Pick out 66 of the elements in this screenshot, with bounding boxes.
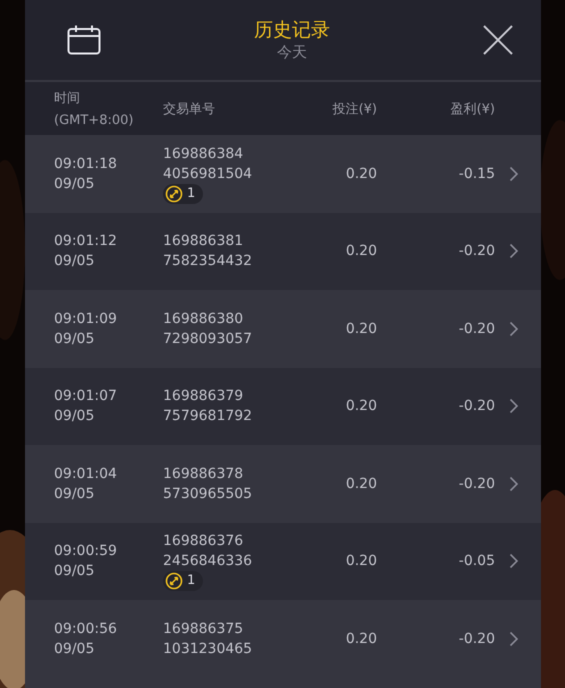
table-cell-text: 169886381 bbox=[163, 232, 244, 252]
table-cell-text: 09:01:07 bbox=[54, 387, 118, 406]
table-cell-text: 0.20 bbox=[346, 474, 377, 494]
table-cell-text: 09/05 bbox=[54, 562, 96, 582]
table-cell-text: 09:01:09 bbox=[54, 310, 118, 329]
table-cell-text: 0.20 bbox=[346, 552, 377, 572]
table-cell-text: 0.20 bbox=[346, 242, 377, 262]
chevron-right-icon bbox=[509, 630, 519, 647]
table-cell-text: 4056981504 bbox=[163, 164, 254, 184]
chevron-right-icon bbox=[509, 398, 519, 414]
table-cell-text: 09:00:59 bbox=[54, 542, 118, 562]
table-cell-text: 09:01:18 bbox=[54, 154, 118, 174]
table-cell-text: -0.20 bbox=[458, 397, 495, 416]
table-cell-text: -0.20 bbox=[458, 242, 495, 262]
chevron-right-icon bbox=[509, 166, 519, 182]
count-badge: 1 bbox=[163, 571, 204, 592]
table-cell-text: 09/05 bbox=[54, 407, 96, 426]
close-icon[interactable] bbox=[483, 25, 513, 55]
column-header: 时间 bbox=[54, 90, 81, 107]
column-header: (GMT+8:00) bbox=[54, 113, 134, 128]
arrows-circle-icon bbox=[165, 184, 183, 203]
record-row[interactable]: 09:01:09 09/05 169886380 7298093057 0.20 -0.20 bbox=[25, 290, 541, 368]
chevron-right-icon bbox=[509, 243, 519, 260]
record-row[interactable]: 09:00:56 09/05 169886375 1031230465 0.20 -0.20 bbox=[25, 600, 541, 678]
table-cell-text: 7579681792 bbox=[163, 407, 254, 426]
column-header: 交易单号 bbox=[163, 100, 216, 118]
chevron-right-icon bbox=[509, 476, 519, 492]
table-cell-text: 1031230465 bbox=[163, 640, 254, 659]
table-cell-text: 09:01:12 bbox=[54, 232, 118, 252]
table-cell-text: 09/05 bbox=[54, 174, 96, 194]
count-badge: 1 bbox=[163, 184, 204, 204]
column-header: 盈利(¥) bbox=[450, 100, 495, 118]
table-cell-text: 09/05 bbox=[54, 484, 96, 504]
column-header: 投注(¥) bbox=[332, 100, 377, 118]
record-row[interactable]: 09:01:04 09/05 169886378 5730965505 0.20 -0.20 bbox=[25, 445, 541, 522]
table-cell-text: 169886378 bbox=[163, 464, 244, 484]
table-cell-text: -0.15 bbox=[458, 164, 495, 184]
calendar-icon[interactable] bbox=[67, 25, 101, 55]
table-cell-text: -0.20 bbox=[458, 320, 495, 339]
chevron-right-icon bbox=[509, 320, 519, 337]
table-cell-text: 5730965505 bbox=[163, 484, 254, 504]
date-filter-label: 今天 bbox=[277, 42, 307, 62]
table-cell-text: 2456846336 bbox=[163, 552, 254, 572]
table-cell-text: 09/05 bbox=[54, 252, 96, 272]
table-cell-text: 09/05 bbox=[54, 330, 96, 349]
window-title: 历史记录 bbox=[254, 18, 330, 42]
table-cell-text: 0.20 bbox=[346, 320, 377, 339]
table-cell-text: -0.20 bbox=[458, 630, 495, 649]
table-cell-text: 0.20 bbox=[346, 630, 377, 649]
table-cell-text: 0.20 bbox=[346, 164, 377, 184]
table-cell-text: 09:01:04 bbox=[54, 464, 118, 484]
table-cell-text: 169886375 bbox=[163, 620, 244, 639]
table-cell-text: 09/05 bbox=[54, 640, 96, 659]
table-cell-text: 169886379 bbox=[163, 387, 244, 406]
table-cell-text: 169886376 bbox=[163, 532, 244, 552]
record-row[interactable]: 09:01:18 09/05 169886384 4056981504 1 0.20 -0.15 bbox=[25, 135, 541, 212]
table-cell-text: 7298093057 bbox=[163, 330, 254, 349]
table-cell-text: 169886380 bbox=[163, 310, 244, 329]
table-cell-text: 169886384 bbox=[163, 144, 244, 164]
chevron-right-icon bbox=[509, 553, 519, 570]
arrows-circle-icon bbox=[165, 572, 183, 590]
table-cell-text: 0.20 bbox=[346, 397, 377, 416]
table-cell-text: 09:00:56 bbox=[54, 620, 118, 639]
table-cell-text: 7582354432 bbox=[163, 252, 254, 272]
table-cell-text: -0.05 bbox=[458, 552, 495, 572]
table-cell-text: -0.20 bbox=[458, 474, 495, 494]
